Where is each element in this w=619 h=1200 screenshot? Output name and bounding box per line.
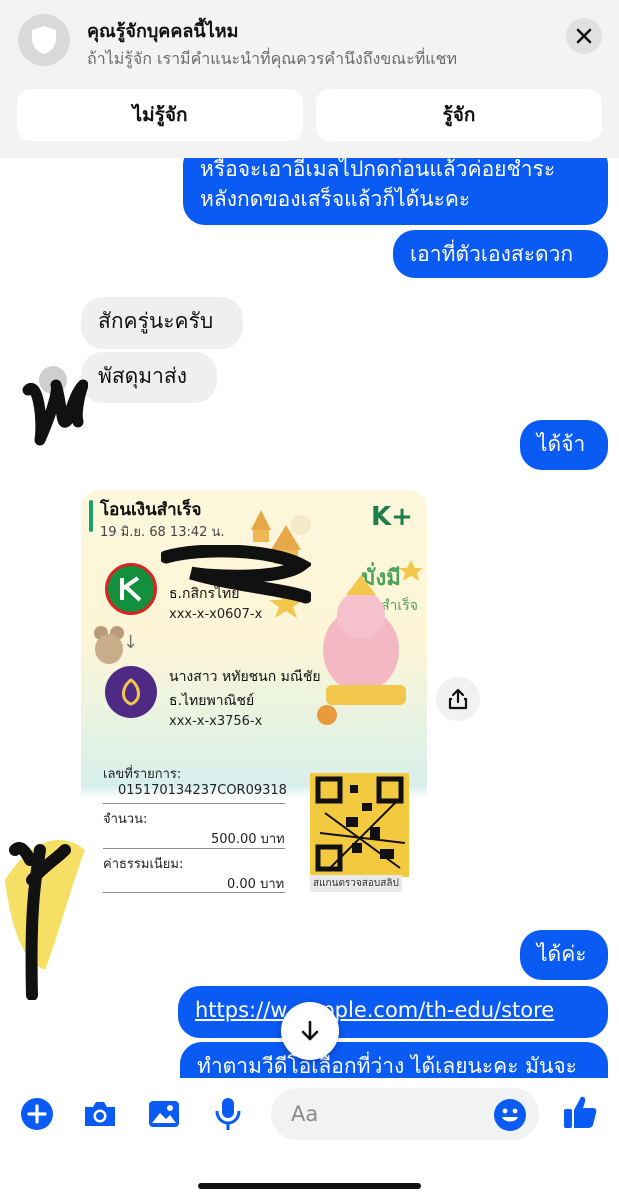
receiver-name: นางสาว หทัยชนก มณีชัย (169, 669, 321, 685)
message-incoming[interactable]: พัสดุมาส่ง (81, 352, 217, 403)
sender-bank: ธ.กสิกรไทย (169, 586, 240, 602)
qr-caption: สแกนตรวจสอบสลิป (310, 875, 402, 892)
chat-area[interactable]: หรือจะเอาอีเมลไปกดก่อนแล้วค่อยชำระ หลังก… (0, 0, 619, 1078)
emoji-button[interactable] (493, 1098, 527, 1132)
voice-button[interactable] (208, 1094, 248, 1134)
camera-button[interactable] (80, 1094, 120, 1134)
message-outgoing[interactable]: ได้ค่ะ (520, 930, 608, 980)
message-text: ทำตามวีดีโอเลือกที่ว่าง ได้เลยนะคะ มันจะ (197, 1054, 577, 1078)
message-outgoing[interactable]: เอาที่ตัวเองสะดวก (393, 230, 608, 278)
slip-accent-bar (89, 500, 93, 532)
message-outgoing-link[interactable]: https://w…apple.com/th-edu/store (178, 986, 608, 1038)
banner-title: คุณรู้จักบุคคลนี้ไหม (87, 21, 239, 42)
home-indicator (198, 1183, 421, 1189)
message-text: พัสดุมาส่ง (98, 364, 188, 388)
slip-datetime: 19 มิ.ย. 68 13:42 น. (100, 525, 225, 540)
receiver-account: xxx-x-x3756-x (169, 714, 263, 729)
share-button[interactable] (436, 677, 480, 721)
image-icon (149, 1101, 179, 1127)
fee-value: 0.00 บาท (227, 877, 285, 892)
thumbs-up-icon (564, 1096, 597, 1128)
dont-know-button[interactable]: ไม่รู้จัก (17, 89, 303, 141)
ref-value: 015170134237COR09318 (118, 783, 287, 798)
arrow-down-icon: ↓ (123, 632, 139, 653)
scroll-to-bottom-button[interactable] (281, 1002, 339, 1060)
message-text: หรือจะเอาอีเมลไปกดก่อนแล้วค่อยชำระ (200, 157, 556, 181)
share-icon (448, 688, 468, 710)
slip-title: โอนเงินสำเร็จ (100, 500, 202, 520)
qr-code (310, 773, 409, 877)
amount-value: 500.00 บาท (211, 832, 285, 847)
gallery-button[interactable] (144, 1094, 184, 1134)
message-input-field[interactable] (271, 1088, 539, 1140)
message-outgoing[interactable]: ได้จ้า (520, 420, 608, 470)
plus-button[interactable] (17, 1094, 57, 1134)
fee-label: ค่าธรรมเนียม: (103, 857, 184, 872)
emoji-icon (494, 1099, 526, 1131)
ref-label: เลขที่รายการ: (103, 767, 182, 782)
banner-subtitle: ถ้าไม่รู้จัก เรามีคำแนะนำที่คุณควรคำนึงถ… (87, 49, 458, 68)
receiver-bank: ธ.ไทยพาณิชย์ (169, 693, 255, 709)
shield-icon (18, 14, 70, 66)
message-text: เอาที่ตัวเองสะดวก (410, 242, 574, 266)
amount-label: จำนวน: (103, 812, 148, 827)
close-icon (576, 28, 592, 44)
camera-icon (85, 1102, 115, 1126)
close-button[interactable] (566, 18, 602, 54)
transfer-slip-image[interactable]: โอนเงินสำเร็จ 19 มิ.ย. 68 13:42 น. K+ มั… (81, 490, 427, 912)
deco-text-2: สำเร็จ (381, 596, 418, 614)
message-text: ได้ค่ะ (537, 942, 587, 966)
know-button[interactable]: รู้จัก (316, 89, 602, 141)
sender-account: xxx-x-x0607-x (169, 607, 263, 622)
divider (103, 803, 285, 804)
divider (103, 892, 285, 893)
message-text: หลังกดของเสร็จแล้วก็ได้นะคะ (200, 187, 471, 211)
message-link[interactable]: https://w…apple.com/th-edu/store (195, 998, 554, 1022)
message-incoming[interactable]: สักครู่นะครับ (81, 297, 243, 349)
message-text: ได้จ้า (537, 432, 586, 456)
avatar[interactable] (0, 820, 95, 1000)
scb-logo (105, 666, 157, 718)
plus-icon (21, 1098, 53, 1130)
safety-banner: คุณรู้จักบุคคลนี้ไหม ถ้าไม่รู้จัก เรามีค… (0, 0, 619, 158)
message-text: สักครู่นะครับ (98, 309, 214, 333)
message-input[interactable] (291, 1088, 491, 1140)
mouse-illustration (94, 626, 124, 664)
microphone-icon (215, 1098, 241, 1130)
divider (103, 848, 285, 849)
message-outgoing[interactable]: ทำตามวีดีโอเลือกที่ว่าง ได้เลยนะคะ มันจะ (180, 1042, 608, 1078)
kbank-logo (105, 563, 157, 615)
like-button[interactable] (560, 1092, 600, 1132)
composer-bar (0, 1078, 619, 1200)
avatar[interactable] (18, 360, 88, 450)
arrow-down-icon (301, 1020, 319, 1041)
